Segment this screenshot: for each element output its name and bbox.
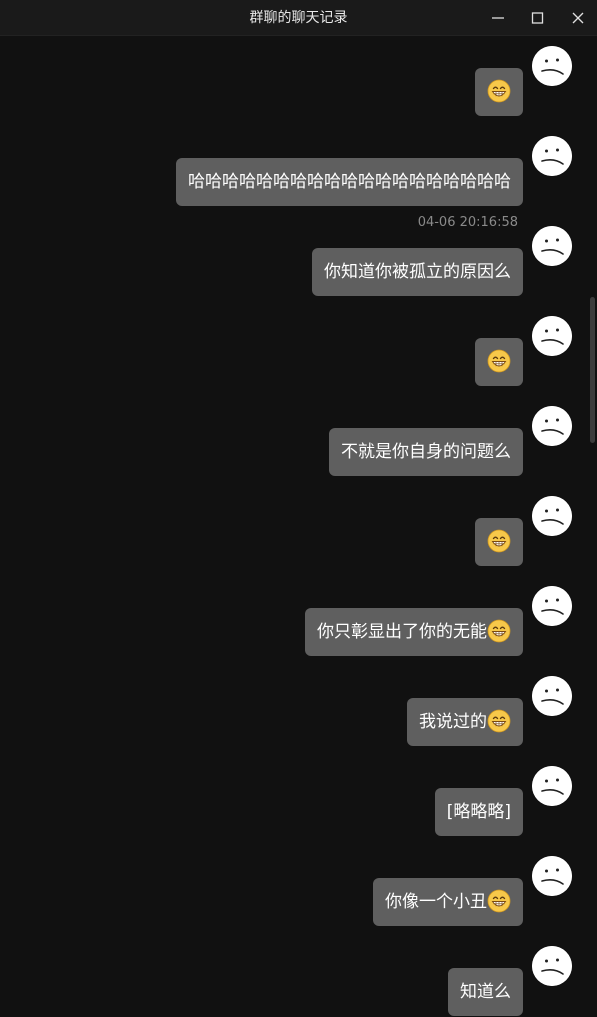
neutral-face-avatar-icon <box>532 46 572 86</box>
message-bubble[interactable]: 你只彰显出了你的无能 <box>305 608 523 656</box>
neutral-face-avatar-icon <box>532 586 572 626</box>
message-bubble[interactable]: 哈哈哈哈哈哈哈哈哈哈哈哈哈哈哈哈哈哈哈 <box>176 158 523 206</box>
message-text: 不就是你自身的问题么 <box>341 442 511 462</box>
message-row <box>0 306 597 396</box>
title-bar: 群聊的聊天记录 <box>0 0 597 36</box>
neutral-face-avatar-icon <box>532 766 572 806</box>
avatar[interactable] <box>532 136 572 176</box>
message-row: 你像一个小丑 <box>0 846 597 936</box>
message-bubble[interactable] <box>475 338 523 386</box>
message-timestamp: 04-06 20:16:58 <box>417 215 518 230</box>
neutral-face-avatar-icon <box>532 856 572 896</box>
grinning-face-icon <box>487 889 511 913</box>
message-text: [略略略] <box>446 802 511 822</box>
message-bubble[interactable]: 你像一个小丑 <box>373 878 523 926</box>
message-row: [略略略] <box>0 756 597 846</box>
avatar[interactable] <box>532 226 572 266</box>
message-bubble[interactable] <box>475 518 523 566</box>
message-bubble[interactable] <box>475 68 523 116</box>
neutral-face-avatar-icon <box>532 316 572 356</box>
message-text: 你像一个小丑 <box>385 892 487 912</box>
grinning-face-icon <box>487 529 511 553</box>
message-row <box>0 36 597 126</box>
message-text: 我说过的 <box>419 712 487 732</box>
message-row: 04-06 20:16:58 你知道你被孤立的原因么 <box>0 215 597 306</box>
neutral-face-avatar-icon <box>532 946 572 986</box>
close-icon <box>572 12 584 24</box>
message-bubble[interactable]: 知道么 <box>448 968 523 1016</box>
message-text: 哈哈哈哈哈哈哈哈哈哈哈哈哈哈哈哈哈哈哈 <box>188 172 511 192</box>
message-row: 知道么 <box>0 936 597 1017</box>
message-text: 你只彰显出了你的无能 <box>317 622 487 642</box>
message-row <box>0 486 597 576</box>
avatar[interactable] <box>532 856 572 896</box>
neutral-face-avatar-icon <box>532 406 572 446</box>
message-bubble[interactable]: 不就是你自身的问题么 <box>329 428 523 476</box>
message-text: 你知道你被孤立的原因么 <box>324 262 511 282</box>
minimize-icon <box>492 17 504 19</box>
scrollbar-thumb[interactable] <box>590 297 595 443</box>
neutral-face-avatar-icon <box>532 136 572 176</box>
avatar[interactable] <box>532 586 572 626</box>
message-row: 不就是你自身的问题么 <box>0 396 597 486</box>
chat-history-window: 群聊的聊天记录 哈哈哈哈哈哈哈哈哈哈哈哈哈哈哈哈哈哈哈 04-06 20:16:5… <box>0 0 597 1017</box>
close-button[interactable] <box>566 6 590 30</box>
grinning-face-icon <box>487 79 511 103</box>
message-row: 我说过的 <box>0 666 597 756</box>
grinning-face-icon <box>487 619 511 643</box>
avatar[interactable] <box>532 676 572 716</box>
avatar[interactable] <box>532 766 572 806</box>
minimize-button[interactable] <box>486 6 510 30</box>
maximize-button[interactable] <box>526 6 550 30</box>
avatar[interactable] <box>532 496 572 536</box>
grinning-face-icon <box>487 349 511 373</box>
neutral-face-avatar-icon <box>532 676 572 716</box>
message-list[interactable]: 哈哈哈哈哈哈哈哈哈哈哈哈哈哈哈哈哈哈哈 04-06 20:16:58 你知道你被孤立… <box>0 36 597 1017</box>
grinning-face-icon <box>487 709 511 733</box>
message-bubble[interactable]: 你知道你被孤立的原因么 <box>312 248 523 296</box>
neutral-face-avatar-icon <box>532 496 572 536</box>
avatar[interactable] <box>532 406 572 446</box>
neutral-face-avatar-icon <box>532 226 572 266</box>
message-bubble[interactable]: [略略略] <box>434 788 523 836</box>
message-row: 你只彰显出了你的无能 <box>0 576 597 666</box>
message-bubble[interactable]: 我说过的 <box>407 698 523 746</box>
maximize-icon <box>531 12 544 24</box>
message-text: 知道么 <box>460 982 511 1002</box>
message-row: 哈哈哈哈哈哈哈哈哈哈哈哈哈哈哈哈哈哈哈 <box>0 126 597 216</box>
avatar[interactable] <box>532 946 572 986</box>
avatar[interactable] <box>532 46 572 86</box>
avatar[interactable] <box>532 316 572 356</box>
